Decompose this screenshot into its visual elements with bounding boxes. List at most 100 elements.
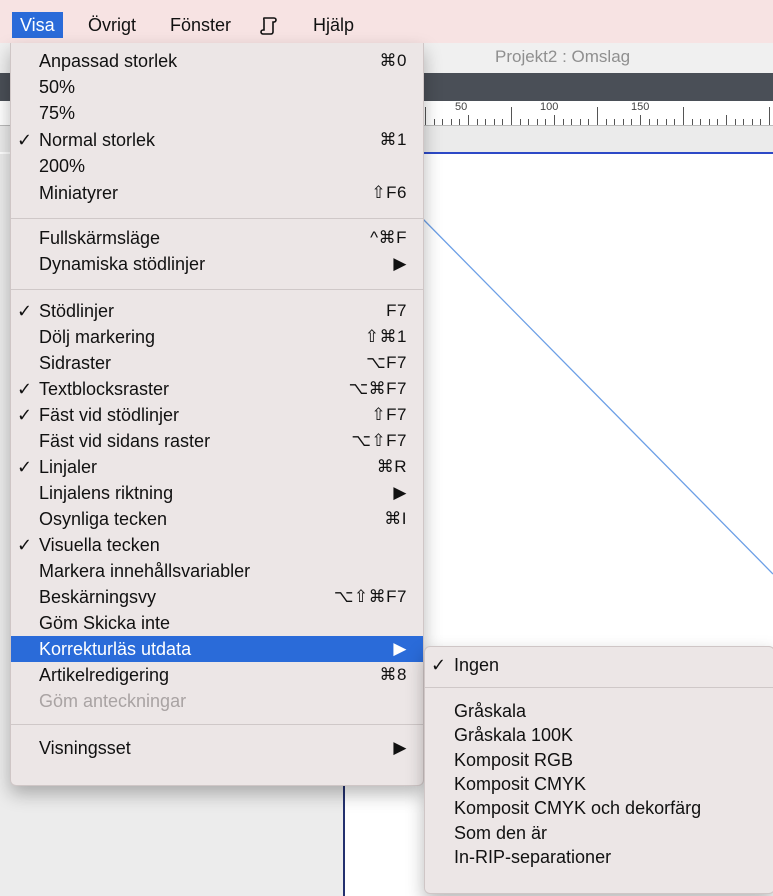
submenu-arrow-icon: ▶: [393, 639, 407, 658]
ruler-tick: [476, 119, 478, 125]
menu-item-label: Korrekturläs utdata: [39, 639, 192, 659]
menu-item-linjaler[interactable]: ✓ Linjaler ⌘R: [11, 454, 423, 480]
menu-item-anpassad-storlek[interactable]: Anpassad storlek ⌘0: [11, 48, 423, 74]
menu-item-label: Fäst vid stödlinjer: [39, 405, 180, 425]
submenu-arrow-icon: ▶: [393, 254, 407, 273]
submenu-item-graskala-100k[interactable]: Gråskala 100K: [425, 723, 773, 747]
ruler-tick: [519, 119, 521, 125]
submenu-item-label: Komposit CMYK och dekorfärg: [454, 798, 702, 818]
menu-item-200[interactable]: 200%: [11, 153, 423, 179]
checkmark-icon: ✓: [431, 655, 447, 675]
ruler-tick: [674, 119, 676, 125]
ruler-tick: [605, 119, 607, 125]
menu-bar: Visa Övrigt Fönster Hjälp: [0, 0, 773, 44]
checkmark-icon: ✓: [17, 457, 33, 477]
ruler-tick: [468, 115, 469, 125]
menu-item-fast-vid-sidans-raster[interactable]: Fäst vid sidans raster ⌥⇧F7: [11, 428, 423, 454]
ruler-tick: [631, 119, 633, 125]
menu-item-dolj-markering[interactable]: Dölj markering ⇧⌘1: [11, 324, 423, 350]
menu-ovrigt[interactable]: Övrigt: [80, 12, 144, 38]
menu-item-gom-skicka-inte[interactable]: Göm Skicka inte: [11, 610, 423, 636]
korrekturlas-utdata-submenu: ✓ Ingen Gråskala Gråskala 100K Komposit …: [424, 646, 773, 894]
menu-item-label: 200%: [39, 156, 86, 176]
ruler-tick: [622, 119, 624, 125]
menu-item-label: Artikelredigering: [39, 665, 170, 685]
menu-item-shortcut: ⌘0: [379, 51, 407, 70]
menu-item-label: Sidraster: [39, 353, 112, 373]
menu-separator: [11, 289, 423, 290]
ruler-tick: [442, 119, 444, 125]
ruler-tick: [433, 119, 435, 125]
submenu-item-in-rip-separationer[interactable]: In-RIP-separationer: [425, 845, 773, 869]
menu-item-label: 75%: [39, 103, 76, 123]
menu-item-fast-vid-stodlinjer[interactable]: ✓ Fäst vid stödlinjer ⇧F7: [11, 402, 423, 428]
menu-item-label: Fäst vid sidans raster: [39, 431, 211, 451]
menu-item-label: Göm anteckningar: [39, 691, 187, 711]
submenu-item-komposit-rgb[interactable]: Komposit RGB: [425, 748, 773, 772]
checkmark-icon: ✓: [17, 130, 33, 150]
menu-item-label: Markera innehållsvariabler: [39, 561, 251, 581]
submenu-item-som-den-ar[interactable]: Som den är: [425, 821, 773, 845]
menu-item-label: Anpassad storlek: [39, 51, 178, 71]
menu-item-textblocksraster[interactable]: ✓ Textblocksraster ⌥⌘F7: [11, 376, 423, 402]
menu-item-beskarningsvy[interactable]: Beskärningsvy ⌥⇧⌘F7: [11, 584, 423, 610]
ruler-tick: [485, 119, 487, 125]
checkmark-icon: ✓: [17, 535, 33, 555]
menu-item-label: Linjaler: [39, 457, 98, 477]
menu-item-label: Fullskärmsläge: [39, 228, 161, 248]
menu-item-dynamiska-stodlinjer[interactable]: Dynamiska stödlinjer ▶: [11, 251, 423, 277]
menu-item-shortcut: ⌥⇧⌘F7: [333, 587, 407, 606]
ruler-tick: [511, 107, 512, 125]
menu-item-shortcut: ⌘R: [376, 457, 407, 476]
menu-item-markera-innehallsvariabler[interactable]: Markera innehållsvariabler: [11, 558, 423, 584]
submenu-item-label: In-RIP-separationer: [454, 847, 612, 867]
menu-item-50[interactable]: 50%: [11, 74, 423, 100]
menu-item-shortcut: ⌥F7: [366, 353, 407, 372]
menu-item-label: Osynliga tecken: [39, 509, 168, 529]
ruler-label: 150: [631, 101, 650, 113]
menu-item-korrekturlas-utdata[interactable]: Korrekturläs utdata ▶: [11, 636, 423, 662]
script-menu-icon[interactable]: [252, 12, 286, 38]
menu-item-shortcut: ⌘I: [384, 509, 407, 528]
menu-item-75[interactable]: 75%: [11, 100, 423, 126]
submenu-arrow-icon: ▶: [393, 738, 407, 757]
menu-item-visningsset[interactable]: Visningsset ▶: [11, 735, 423, 761]
submenu-item-label: Komposit RGB: [454, 750, 574, 770]
ruler-tick: [545, 119, 547, 125]
menu-item-label: Stödlinjer: [39, 301, 115, 321]
ruler-tick: [450, 119, 452, 125]
menu-hjalp[interactable]: Hjälp: [305, 12, 362, 38]
ruler-tick: [536, 119, 538, 125]
menu-item-stodlinjer[interactable]: ✓ Stödlinjer F7: [11, 298, 423, 324]
ruler-tick: [528, 119, 530, 125]
menu-item-shortcut: ^⌘F: [370, 228, 407, 247]
menu-item-shortcut: ⌥⇧F7: [351, 431, 407, 450]
menu-separator: [11, 218, 423, 219]
menu-item-artikelredigering[interactable]: Artikelredigering ⌘8: [11, 662, 423, 688]
menu-item-miniatyrer[interactable]: Miniatyrer ⇧F6: [11, 180, 423, 206]
submenu-item-ingen[interactable]: ✓ Ingen: [425, 653, 773, 677]
menu-item-shortcut: ⇧F7: [371, 405, 407, 424]
menu-item-sidraster[interactable]: Sidraster ⌥F7: [11, 350, 423, 376]
menu-item-osynliga-tecken[interactable]: Osynliga tecken ⌘I: [11, 506, 423, 532]
submenu-item-komposit-cmyk[interactable]: Komposit CMYK: [425, 772, 773, 796]
checkmark-icon: ✓: [17, 379, 33, 399]
checkmark-icon: ✓: [17, 405, 33, 425]
menu-item-label: 50%: [39, 77, 76, 97]
window-title: Projekt2 : Omslag: [495, 47, 631, 66]
menu-item-visuella-tecken[interactable]: ✓ Visuella tecken: [11, 532, 423, 558]
ruler-tick: [493, 119, 495, 125]
menu-visa[interactable]: Visa: [12, 12, 63, 38]
menu-item-label: Göm Skicka inte: [39, 613, 171, 633]
submenu-item-graskala[interactable]: Gråskala: [425, 699, 773, 723]
ruler-tick: [734, 119, 736, 125]
submenu-item-komposit-cmyk-dekorfarg[interactable]: Komposit CMYK och dekorfärg: [425, 796, 773, 820]
menu-item-label: Normal storlek: [39, 130, 156, 150]
page-top-edge: [420, 152, 773, 154]
ruler-tick: [648, 119, 650, 125]
menu-fonster[interactable]: Fönster: [162, 12, 239, 38]
menu-item-normal-storlek[interactable]: ✓ Normal storlek ⌘1: [11, 127, 423, 153]
menu-item-fullskarmslage[interactable]: Fullskärmsläge ^⌘F: [11, 225, 423, 251]
menu-item-linjalens-riktning[interactable]: Linjalens riktning ▶: [11, 480, 423, 506]
menu-separator: [11, 724, 423, 725]
